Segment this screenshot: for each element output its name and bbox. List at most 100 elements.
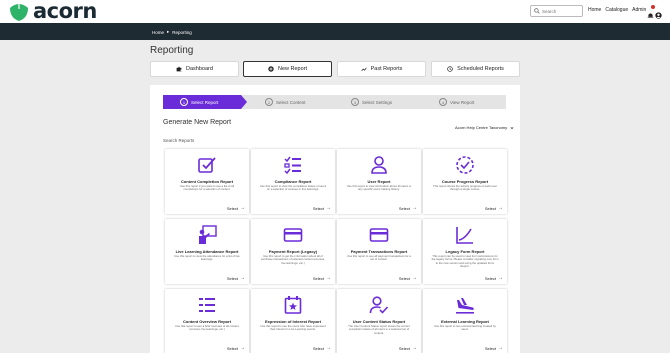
top-nav: Home Catalogue Admin [588, 7, 646, 13]
select-button[interactable]: Select [227, 345, 245, 351]
report-description: This report can be used to view form sub… [431, 254, 499, 268]
wizard-stepper: 1 Select Report 2 Select Content 3 Selec… [163, 95, 506, 109]
report-description: Use this report to see a brief overview … [175, 324, 239, 332]
report-description: The User Content Status report shows the… [348, 324, 410, 335]
trend-icon [360, 67, 367, 72]
report-tabs: Dashboard New Report Past Reports Schedu… [150, 61, 520, 77]
report-card[interactable]: Compliance Report Use this report to vie… [251, 149, 335, 214]
taxonomy-label: Acorn Help Centre Taxonomy [455, 125, 508, 130]
tab-dashboard[interactable]: Dashboard [150, 61, 239, 77]
report-description: Use this report to see all payment trans… [347, 254, 411, 262]
plane-icon [455, 295, 475, 315]
select-button[interactable]: Select [485, 345, 503, 351]
notification-bell-icon[interactable] [647, 5, 655, 18]
select-button[interactable]: Select [227, 205, 245, 211]
report-description: Use this report to see external learning… [434, 324, 496, 332]
search-icon [534, 8, 540, 14]
report-description: This report shows the activity progress … [433, 184, 497, 192]
nav-home[interactable]: Home [588, 7, 601, 13]
brand-name: acorn [33, 0, 97, 23]
calendar-star-icon [283, 295, 303, 315]
select-button[interactable]: Select [399, 275, 417, 281]
acorn-logo-icon [10, 4, 28, 21]
top-icons [647, 5, 662, 19]
breadcrumb-current: Reporting [172, 29, 192, 35]
report-card[interactable]: Course Progress Report This report shows… [423, 149, 507, 214]
list-icon [197, 295, 217, 315]
search-input[interactable] [542, 8, 582, 14]
credit-card-icon [283, 225, 303, 245]
acorn-logo[interactable]: acorn [8, 1, 97, 22]
step-label: Select Settings [362, 99, 393, 105]
nav-catalogue[interactable]: Catalogue [605, 7, 628, 13]
report-card[interactable]: Legacy Form Report This report can be us… [423, 219, 507, 284]
step-select-content[interactable]: 2 Select Content [265, 95, 306, 109]
step-number: 3 [351, 98, 359, 106]
select-button[interactable]: Select [399, 345, 417, 351]
step-select-settings[interactable]: 3 Select Settings [351, 95, 392, 109]
avatar-icon[interactable] [655, 6, 662, 19]
report-card[interactable]: User Report Use this report to view info… [337, 149, 421, 214]
step-label: Select Report [191, 99, 219, 105]
report-card[interactable]: External Learning Report Use this report… [423, 289, 507, 353]
breadcrumb-home[interactable]: Home [152, 30, 164, 35]
report-card[interactable]: Live Learning Attendance Report Use this… [165, 219, 249, 284]
tab-scheduled-reports-label: Scheduled Reports [457, 66, 504, 72]
report-description: Use this report to view information abou… [346, 184, 412, 192]
clock-icon [447, 66, 453, 72]
user-check-icon [369, 295, 389, 315]
step-select-report[interactable]: 1 Select Report [180, 95, 218, 109]
page-title: Reporting [150, 45, 194, 56]
generate-title: Generate New Report [163, 119, 232, 126]
progress-circle-icon [455, 155, 475, 175]
plus-circle-icon [268, 66, 274, 72]
nav-admin[interactable]: Admin [632, 7, 646, 13]
tab-new-report-label: New Report [277, 66, 308, 72]
report-card[interactable]: Payment Transactions Report Use this rep… [337, 219, 421, 284]
select-button[interactable]: Select [313, 205, 331, 211]
tab-new-report[interactable]: New Report [243, 61, 332, 77]
checklist-icon [283, 155, 303, 175]
select-button[interactable]: Select [227, 275, 245, 281]
select-button[interactable]: Select [313, 345, 331, 351]
tab-past-reports-label: Past Reports [370, 66, 403, 72]
presenter-icon [197, 225, 217, 245]
taxonomy-dropdown[interactable]: Acorn Help Centre Taxonomy [455, 125, 514, 130]
step-number: 4 [439, 98, 447, 106]
report-description: Use this report to view the attendance f… [174, 254, 240, 262]
credit-card-icon [369, 225, 389, 245]
step-number: 1 [180, 98, 188, 106]
report-card[interactable]: Payment Report (Legacy) Use this report … [251, 219, 335, 284]
report-description: Use this report to see the users who hav… [260, 324, 326, 332]
report-card[interactable]: Expression of Interest Report Use this r… [251, 289, 335, 353]
step-number: 2 [265, 98, 273, 106]
breadcrumb-separator: ▸ [167, 29, 170, 34]
search-reports-label: Search Reports [163, 138, 195, 143]
header-bar [0, 23, 670, 40]
puzzle-icon [176, 66, 182, 72]
tab-past-reports[interactable]: Past Reports [337, 61, 426, 77]
chart-line-icon [455, 225, 475, 245]
search-box[interactable] [530, 5, 583, 17]
step-label: View Report [450, 99, 475, 105]
report-panel: 1 Select Report 2 Select Content 3 Selec… [150, 85, 520, 353]
breadcrumb: Home ▸ Reporting [152, 29, 192, 35]
select-button[interactable]: Select [485, 275, 503, 281]
report-card[interactable]: Content Overview Report Use this report … [165, 289, 249, 353]
report-description: Use this report if you want to see a lis… [180, 184, 234, 192]
user-icon [369, 155, 389, 175]
report-card[interactable]: Content Completion Report Use this repor… [165, 149, 249, 214]
report-card[interactable]: User Content Status Report The User Cont… [337, 289, 421, 353]
top-bar: acorn Home Catalogue Admin [0, 0, 670, 23]
step-view-report[interactable]: 4 View Report [439, 95, 474, 109]
tab-scheduled-reports[interactable]: Scheduled Reports [431, 61, 520, 77]
step-label: Select Content [276, 99, 306, 105]
tab-dashboard-label: Dashboard [186, 66, 213, 72]
select-button[interactable]: Select [485, 205, 503, 211]
chevron-down-icon [510, 126, 514, 129]
report-description: Use this report to get the information a… [261, 254, 325, 265]
select-button[interactable]: Select [399, 205, 417, 211]
select-button[interactable]: Select [313, 275, 331, 281]
report-description: Use this report to view the compliance s… [259, 184, 327, 192]
checkbox-icon [197, 155, 217, 175]
